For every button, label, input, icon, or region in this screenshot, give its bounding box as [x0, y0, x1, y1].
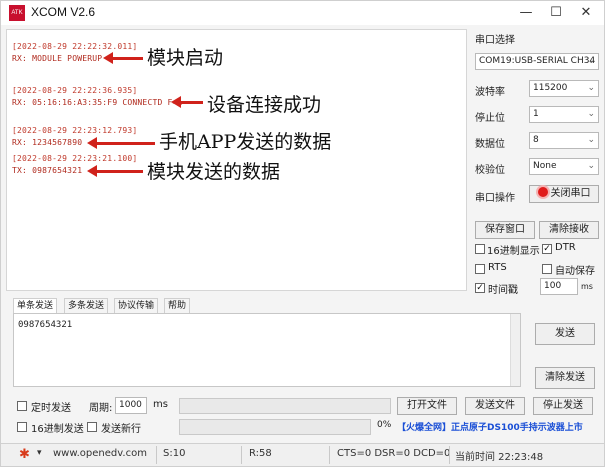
maximize-icon[interactable]: ☐ — [541, 3, 571, 23]
annotation-app-data: 手机APP发送的数据 — [159, 131, 332, 153]
receive-area[interactable]: [2022-08-29 22:22:32.011] RX: MODULE POW… — [6, 29, 467, 291]
period-label: 周期: — [89, 403, 113, 414]
period-unit: ms — [153, 399, 168, 410]
port-section-label: 串口选择 — [475, 35, 515, 46]
send-progress-text: 0% — [377, 420, 392, 430]
tab-multi-send[interactable]: 多条发送 — [64, 298, 109, 313]
auto-save-label: 自动保存 — [555, 266, 595, 277]
send-file-button[interactable]: 发送文件 — [465, 397, 525, 415]
port-select-value: COM19:USB-SERIAL CH34 — [479, 56, 596, 66]
dropdown-arrow-icon: ⌄ — [587, 161, 595, 171]
annotation-arrow — [103, 52, 143, 64]
send-scrollbar[interactable] — [510, 314, 520, 386]
recv-data: TX: 0987654321 — [12, 166, 83, 175]
app-logo-icon: ATK — [9, 5, 25, 21]
send-button[interactable]: 发送 — [535, 323, 595, 345]
tab-protocol[interactable]: 协议传输 — [114, 298, 159, 313]
status-divider — [156, 446, 157, 464]
tab-single-send[interactable]: 单条发送 — [13, 298, 58, 313]
open-file-button[interactable]: 打开文件 — [397, 397, 457, 415]
led-icon — [537, 187, 548, 197]
hex-display-label: 16进制显示 — [487, 246, 540, 257]
annotation-module-start: 模块启动 — [147, 47, 224, 69]
recv-timestamp: [2022-08-29 22:22:32.011] — [12, 42, 138, 51]
baud-value: 115200 — [533, 83, 568, 93]
dtr-label: DTR — [555, 242, 576, 253]
recv-data: RX: 1234567890 — [12, 138, 83, 147]
modem-lines: CTS=0 DSR=0 DCD=0 — [337, 448, 451, 459]
status-divider — [329, 446, 330, 464]
receive-count: R:58 — [249, 448, 272, 459]
save-window-button[interactable]: 保存窗口 — [475, 221, 535, 239]
send-newline-label: 发送新行 — [101, 424, 141, 435]
recv-data: RX: MODULE POWERUP — [12, 54, 103, 63]
send-input[interactable]: 0987654321 — [13, 313, 521, 387]
clear-send-button[interactable]: 清除发送 — [535, 367, 595, 389]
baud-select[interactable]: 115200 ⌄ — [529, 80, 599, 97]
website-link[interactable]: www.openedv.com — [53, 448, 147, 459]
close-port-label: 关闭串口 — [550, 188, 591, 199]
annotation-module-send: 模块发送的数据 — [147, 161, 281, 183]
annotation-arrow — [87, 137, 155, 149]
annotation-device-connected: 设备连接成功 — [207, 94, 322, 116]
recv-data: RX: 05:16:16:A3:35:F9 CONNECTD F=1 — [12, 98, 183, 107]
databits-label: 数据位 — [475, 139, 505, 150]
parity-label: 校验位 — [475, 165, 505, 176]
baud-label: 波特率 — [475, 87, 505, 98]
dtr-checkbox[interactable]: ✓ — [542, 244, 552, 254]
clear-receive-button[interactable]: 清除接收 — [539, 221, 599, 239]
gear-icon[interactable]: ✱ — [19, 447, 30, 462]
recv-timestamp: [2022-08-29 22:22:36.935] — [12, 86, 138, 95]
window-title: XCOM V2.6 — [31, 5, 96, 19]
rts-checkbox[interactable] — [475, 264, 485, 274]
parity-select[interactable]: None ⌄ — [529, 158, 599, 175]
timed-send-checkbox[interactable] — [17, 401, 27, 411]
send-newline-checkbox[interactable] — [87, 422, 97, 432]
timestamp-checkbox[interactable]: ✓ — [475, 283, 485, 293]
close-icon[interactable]: ✕ — [571, 3, 601, 23]
dropdown-arrow-icon[interactable]: ▾ — [37, 448, 42, 458]
file-path-field[interactable] — [179, 398, 391, 414]
databits-value: 8 — [533, 135, 539, 145]
dropdown-arrow-icon: ⌄ — [587, 109, 595, 119]
stop-send-button[interactable]: 停止发送 — [533, 397, 593, 415]
current-time: 当前时间 22:23:48 — [455, 452, 544, 463]
send-text: 0987654321 — [18, 320, 73, 330]
period-input[interactable]: 1000 — [115, 397, 147, 414]
recv-timestamp: [2022-08-29 22:23:12.793] — [12, 126, 138, 135]
hex-send-checkbox[interactable] — [17, 422, 27, 432]
timed-send-label: 定时发送 — [31, 403, 71, 414]
status-bar: ✱ ▾ www.openedv.com S:10 R:58 CTS=0 DSR=… — [1, 443, 604, 466]
parity-value: None — [533, 161, 557, 171]
timestamp-interval-input[interactable]: 100 — [540, 278, 578, 295]
title-bar: ATK XCOM V2.6 — ☐ ✕ — [1, 1, 604, 25]
status-divider — [241, 446, 242, 464]
annotation-arrow — [87, 165, 143, 177]
dropdown-arrow-icon: ⌄ — [587, 135, 595, 145]
databits-select[interactable]: 8 ⌄ — [529, 132, 599, 149]
close-port-button[interactable]: 关闭串口 — [529, 185, 599, 203]
send-progress-bar — [179, 419, 371, 435]
rts-label: RTS — [488, 262, 507, 273]
timestamp-unit: ms — [581, 282, 593, 291]
hex-display-checkbox[interactable] — [475, 244, 485, 254]
hex-send-label: 16进制发送 — [31, 424, 84, 435]
tab-help[interactable]: 帮助 — [164, 298, 191, 313]
minimize-icon[interactable]: — — [511, 3, 541, 23]
port-select[interactable]: COM19:USB-SERIAL CH34 ⌄ — [475, 53, 599, 70]
status-divider — [449, 446, 450, 464]
auto-save-checkbox[interactable] — [542, 264, 552, 274]
send-count: S:10 — [163, 448, 186, 459]
promo-link[interactable]: 【火爆全网】正点原子DS100手持示波器上市 — [397, 420, 583, 433]
stopbits-value: 1 — [533, 109, 539, 119]
xcom-window: ATK XCOM V2.6 — ☐ ✕ [2022-08-29 22:22:32… — [0, 0, 605, 467]
recv-timestamp: [2022-08-29 22:23:21.100] — [12, 154, 138, 163]
timestamp-label: 时间戳 — [488, 285, 518, 296]
dropdown-arrow-icon: ⌄ — [587, 83, 595, 93]
port-op-label: 串口操作 — [475, 193, 515, 204]
annotation-arrow — [171, 96, 203, 108]
dropdown-arrow-icon: ⌄ — [587, 56, 595, 66]
stopbits-label: 停止位 — [475, 113, 505, 124]
stopbits-select[interactable]: 1 ⌄ — [529, 106, 599, 123]
